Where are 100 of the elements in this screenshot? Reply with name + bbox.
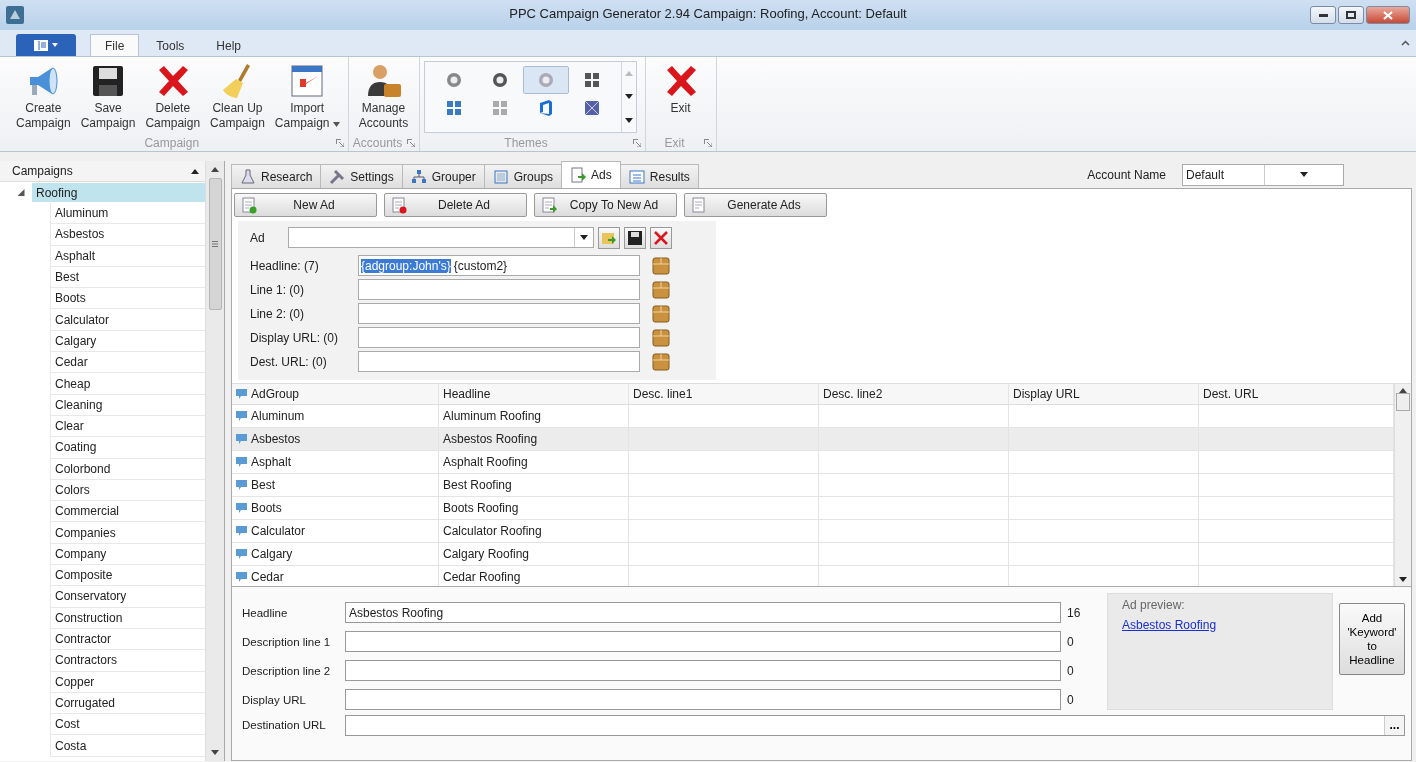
ribbon-button[interactable]: Create Campaign [12, 59, 75, 135]
panel-header: Campaigns [12, 164, 74, 178]
input-field[interactable] [358, 279, 640, 300]
scrollbar[interactable] [205, 161, 224, 761]
group-label: Accounts [352, 136, 403, 150]
scroll-down-icon[interactable] [624, 94, 633, 100]
dropdown-arrow-icon[interactable] [580, 235, 588, 240]
tab[interactable]: Grouper [401, 164, 485, 188]
comment-icon [236, 389, 247, 399]
input-field[interactable]: {adgroup:John's} {custom2} [358, 255, 640, 276]
scroll-down-icon[interactable] [1399, 577, 1407, 582]
input-field[interactable] [345, 631, 1061, 652]
tab[interactable]: Results [619, 164, 699, 188]
box-icon[interactable] [652, 280, 670, 299]
input-field[interactable] [345, 660, 1061, 681]
hierarchy-icon [410, 168, 427, 185]
ribbon-button[interactable]: Manage Accounts [352, 59, 415, 135]
copy-document-icon [541, 196, 558, 214]
maximize-button[interactable] [1338, 6, 1364, 24]
column-header[interactable]: Desc. line1 [629, 384, 819, 404]
delete-document-icon [391, 196, 408, 214]
add-keyword-button[interactable]: Add 'Keyword' to Headline [1339, 603, 1405, 675]
character-count: 16 [1066, 605, 1082, 620]
ribbon-button[interactable]: Exit [649, 59, 712, 135]
tab[interactable]: Research [231, 164, 322, 188]
column-header[interactable]: AdGroup [232, 384, 439, 404]
close-button[interactable] [1366, 6, 1410, 24]
theme-square-icon[interactable] [583, 100, 600, 116]
table-row[interactable]: Boots Boots Roofing [232, 497, 1394, 520]
tab[interactable]: Groups [483, 164, 563, 188]
maximize-icon [1346, 11, 1356, 19]
scroll-thumb[interactable] [1396, 393, 1410, 411]
theme-circle-icon[interactable] [491, 72, 508, 88]
dropdown-arrow-icon[interactable] [1300, 172, 1308, 177]
table-cell: Calculator [251, 524, 306, 538]
save-button[interactable] [624, 226, 646, 249]
ribbon-button[interactable]: Import Campaign [270, 59, 344, 135]
app-menu-button[interactable] [16, 34, 76, 56]
input-field[interactable] [345, 689, 1061, 710]
ribbon-button[interactable]: Delete Campaign [141, 59, 205, 135]
x-icon [654, 230, 668, 245]
field-label: Destination URL [242, 719, 327, 731]
toolbar-button[interactable]: Delete Ad [384, 193, 527, 217]
table-cell: Boots [251, 501, 282, 515]
theme-grid-icon[interactable] [445, 100, 462, 116]
ribbon-tab[interactable]: Help [201, 34, 257, 56]
input-field[interactable]: ... [345, 714, 1405, 736]
table-row[interactable]: Calgary Calgary Roofing [232, 543, 1394, 566]
box-icon[interactable] [652, 304, 670, 323]
table-cell: Cedar Roofing [443, 570, 521, 584]
column-header[interactable]: Headline [439, 384, 629, 404]
table-row[interactable]: Asphalt Asphalt Roofing [232, 451, 1394, 474]
table-cell: Calculator Roofing [443, 524, 542, 538]
column-header[interactable]: Display URL [1009, 384, 1199, 404]
sort-arrow-icon[interactable] [191, 168, 199, 174]
scrollbar[interactable] [1394, 384, 1411, 586]
input-field[interactable]: Asbestos Roofing [345, 602, 1061, 623]
dialog-launcher-icon[interactable] [335, 139, 344, 147]
scroll-up-icon[interactable] [211, 167, 219, 172]
dialog-launcher-icon[interactable] [703, 139, 712, 147]
box-icon[interactable] [652, 328, 670, 347]
minimize-button[interactable] [1310, 6, 1336, 24]
table-row[interactable]: Best Best Roofing [232, 474, 1394, 497]
dropdown-caret-icon [52, 43, 58, 47]
input-field[interactable] [358, 303, 640, 324]
theme-office-icon[interactable] [537, 99, 554, 117]
theme-circle-icon[interactable] [445, 72, 462, 88]
delete-button[interactable] [650, 226, 672, 249]
ribbon-tab[interactable]: File [90, 34, 140, 56]
box-icon[interactable] [652, 256, 670, 275]
box-icon[interactable] [652, 352, 670, 371]
dialog-launcher-icon[interactable] [406, 139, 415, 147]
tab[interactable]: Ads [561, 161, 621, 188]
browse-button[interactable]: ... [1384, 715, 1404, 735]
column-header[interactable]: Desc. line2 [819, 384, 1009, 404]
scroll-down-icon[interactable] [211, 750, 219, 755]
expand-gallery-icon[interactable] [624, 117, 633, 123]
tab[interactable]: Settings [320, 164, 403, 188]
tree-item[interactable]: Roofing [32, 183, 205, 202]
account-combobox[interactable]: Default [1182, 163, 1344, 186]
table-row[interactable]: Calculator Calculator Roofing [232, 520, 1394, 543]
document-icon [691, 196, 708, 214]
toolbar-button[interactable]: Generate Ads [684, 193, 827, 217]
input-field[interactable] [358, 351, 640, 372]
table-cell: Aluminum [251, 409, 305, 423]
dialog-launcher-icon[interactable] [632, 139, 641, 147]
ribbon-button[interactable]: Save Campaign [76, 59, 140, 135]
field-label: Line 1: (0) [250, 282, 306, 297]
comment-icon [236, 503, 247, 513]
field-label: Dest. URL: (0) [250, 354, 328, 369]
collapse-ribbon-icon[interactable] [1401, 40, 1410, 46]
toolbar-button[interactable]: Copy To New Ad [534, 193, 677, 217]
ribbon-button[interactable]: Clean Up Campaign [206, 59, 269, 135]
field-label: Ad [250, 230, 266, 245]
input-field[interactable] [358, 327, 640, 348]
preview-link[interactable]: Asbestos Roofing [1122, 618, 1318, 632]
toolbar-button[interactable]: New Ad [234, 193, 377, 217]
table-row[interactable]: Asbestos Asbestos Roofing [232, 428, 1394, 451]
ribbon-tab[interactable]: Tools [141, 34, 200, 56]
theme-grid-icon[interactable] [583, 72, 600, 88]
